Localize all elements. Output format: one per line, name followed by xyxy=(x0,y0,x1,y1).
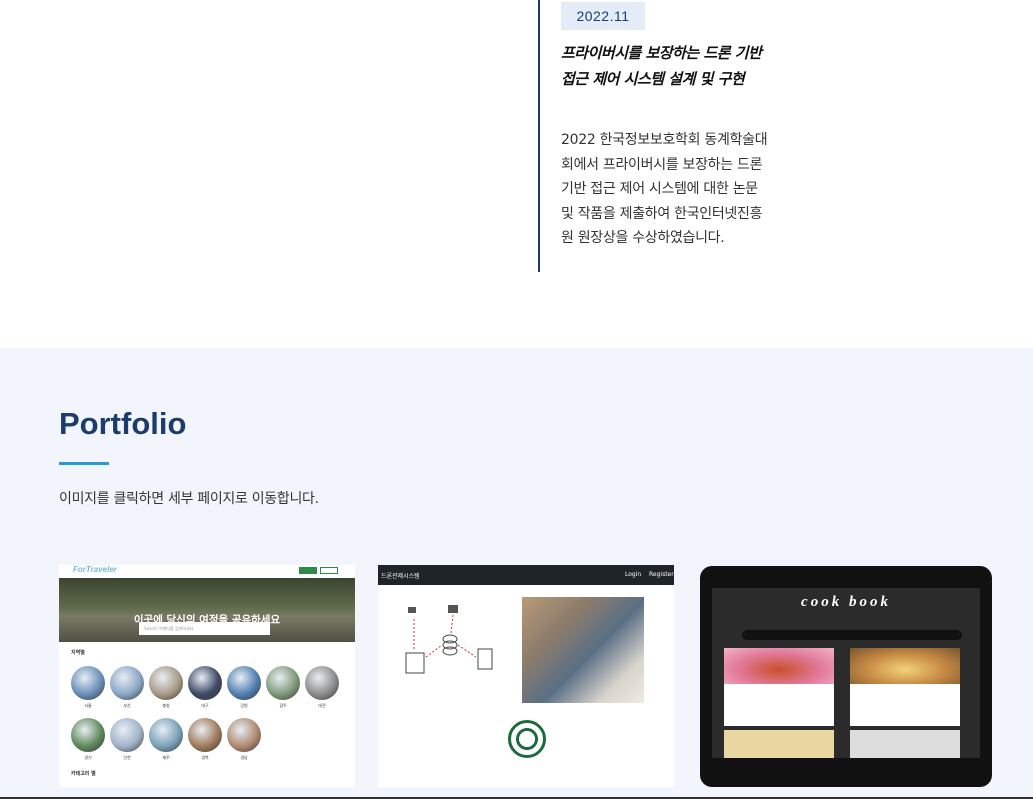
mock-section-label: 지역별 xyxy=(71,650,85,656)
region-thumbnail xyxy=(71,666,105,700)
region-thumbnail xyxy=(227,666,261,700)
portfolio-card-drone[interactable]: 드론관제시스템 Login Register xyxy=(378,565,674,787)
phone-frame: cook book xyxy=(700,566,992,787)
mock-recipe-card xyxy=(724,730,834,758)
region-label: 경북 xyxy=(201,755,209,760)
mock-search-bar xyxy=(742,630,962,640)
timeline-item-description: 2022 한국정보보호학회 동계학술대회에서 프라이버시를 보장하는 드론 기반… xyxy=(561,132,768,246)
region-thumbnail xyxy=(188,666,222,700)
university-seal-icon xyxy=(508,720,546,758)
award-photo xyxy=(522,597,644,703)
region-thumbnail xyxy=(110,666,144,700)
mock-section-label: 카테고리 별 xyxy=(71,771,96,777)
mock-bottom-nav xyxy=(712,758,980,778)
region-thumbnail xyxy=(149,718,183,752)
system-diagram-icon xyxy=(405,605,493,674)
region-label: 광주 xyxy=(279,703,287,708)
region-thumbnail xyxy=(305,666,339,700)
mock-recipe-card xyxy=(724,648,834,726)
mock-navbar: ForTraveler xyxy=(59,565,355,578)
region-label: 인천 xyxy=(123,755,131,760)
region-thumbnail xyxy=(71,718,105,752)
section-description: 이미지를 클릭하면 세부 페이지로 이동합니다. xyxy=(59,491,319,507)
mock-recipe-card xyxy=(850,730,960,758)
section-title: Portfolio xyxy=(59,406,187,441)
mock-logo: ForTraveler xyxy=(73,565,117,574)
region-thumbnail xyxy=(266,666,300,700)
mock-body xyxy=(378,585,674,787)
region-thumbnail xyxy=(110,718,144,752)
mock-button xyxy=(299,567,317,574)
mock-navbar: 드론관제시스템 Login Register xyxy=(378,565,674,585)
region-thumbnail xyxy=(188,718,222,752)
portfolio-card-travel[interactable]: ForTraveler 이곳에 당신의 여정을 공유하세요 Search 여행지… xyxy=(59,565,355,787)
mock-app-title: cook book xyxy=(801,594,891,610)
mock-site-title: 드론관제시스템 xyxy=(381,573,420,580)
region-label: 경기 xyxy=(84,755,92,760)
region-label: 경남 xyxy=(240,755,248,760)
region-thumbnail xyxy=(227,718,261,752)
timeline-date-badge: 2022.11 xyxy=(561,2,645,30)
region-label: 대전 xyxy=(318,703,326,708)
title-underline xyxy=(59,462,109,465)
mock-region-grid: 서울 부산 충청 대구 강원 광주 대전경기 인천 제주 경북 경남 xyxy=(59,666,355,787)
mock-register-link: Register xyxy=(649,571,674,578)
mock-search-input: Search 여행지를 검색하세요 xyxy=(139,622,270,635)
timeline-line xyxy=(538,0,540,272)
region-label: 부산 xyxy=(123,703,131,708)
phone-screen: cook book xyxy=(712,588,980,758)
mock-login-link: Login xyxy=(625,571,642,578)
timeline-item-title: 프라이버시를 보장하는 드론 기반 접근 제어 시스템 설계 및 구현 xyxy=(561,44,762,88)
region-thumbnail xyxy=(149,666,183,700)
mock-button xyxy=(320,567,338,574)
region-label: 서울 xyxy=(84,703,92,708)
region-label: 강원 xyxy=(240,703,248,708)
region-label: 제주 xyxy=(162,755,170,760)
mock-recipe-card xyxy=(850,648,960,726)
region-label: 충청 xyxy=(162,703,170,708)
timeline-section: 2022.11 프라이버시를 보장하는 드론 기반 접근 제어 시스템 설계 및… xyxy=(0,0,1033,348)
portfolio-card-cookbook[interactable]: cook book xyxy=(698,565,994,787)
region-label: 대구 xyxy=(201,703,209,708)
